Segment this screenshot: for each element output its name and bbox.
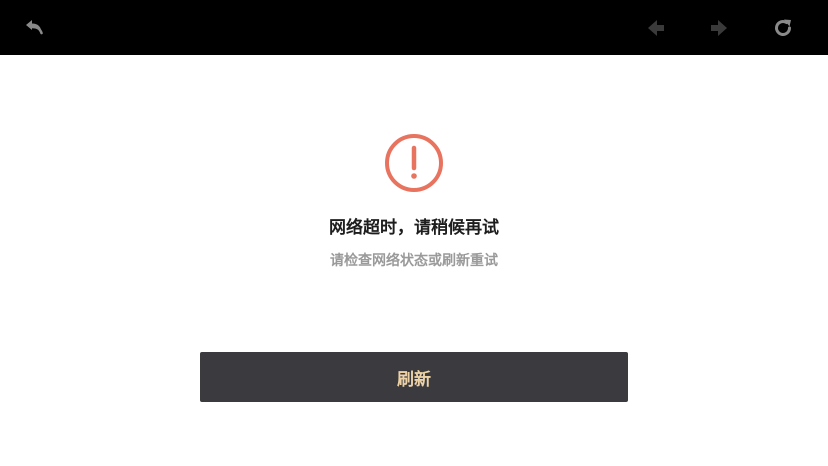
error-subtitle: 请检查网络状态或刷新重试 xyxy=(330,253,498,269)
next-button[interactable] xyxy=(704,13,734,43)
next-arrow-icon xyxy=(711,20,727,36)
reload-icon xyxy=(775,19,791,36)
back-button[interactable] xyxy=(20,13,50,43)
error-title: 网络超时，请稍候再试 xyxy=(329,218,499,238)
refresh-button[interactable]: 刷新 xyxy=(200,352,628,402)
previous-button[interactable] xyxy=(641,13,671,43)
back-arrow-icon xyxy=(26,20,43,35)
exclamation-circle-icon xyxy=(385,134,443,192)
previous-arrow-icon xyxy=(648,20,664,36)
top-toolbar xyxy=(0,0,828,55)
error-page: 网络超时，请稍候再试 请检查网络状态或刷新重试 刷新 xyxy=(0,55,828,466)
reload-button[interactable] xyxy=(768,13,798,43)
